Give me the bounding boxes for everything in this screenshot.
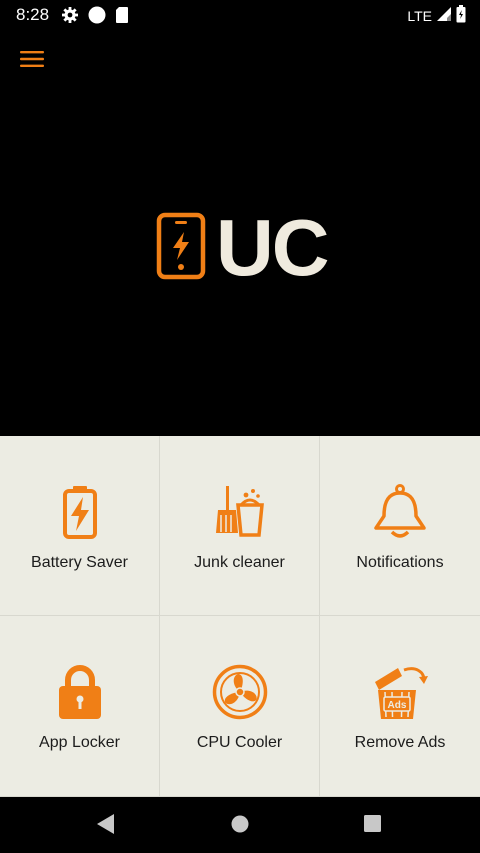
- battery-icon: [50, 482, 110, 542]
- remove-ads-icon: Ads: [370, 662, 430, 722]
- cpu-cooler-label: CPU Cooler: [196, 734, 283, 751]
- circle-icon: [87, 5, 107, 30]
- remove-ads-tile[interactable]: Ads Remove Ads: [320, 616, 480, 797]
- notifications-tile[interactable]: Notifications: [320, 436, 480, 616]
- notifications-label: Notifications: [356, 554, 444, 571]
- battery-icon: [456, 5, 466, 26]
- back-triangle-icon: [97, 814, 114, 834]
- home-circle-icon: [231, 815, 249, 833]
- recents-button[interactable]: [361, 811, 385, 842]
- app-locker-label: App Locker: [39, 734, 120, 751]
- gear-icon: [61, 6, 79, 29]
- junk-cleaner-tile[interactable]: Junk cleaner: [160, 436, 320, 616]
- signal-icon: [436, 6, 452, 25]
- feature-grid: Battery Saver Junk cleaner Notifications…: [0, 436, 480, 797]
- battery-saver-tile[interactable]: Battery Saver: [0, 436, 160, 616]
- status-time: 8:28: [16, 5, 50, 24]
- status-icons-left: [61, 5, 129, 30]
- bell-icon: [370, 482, 430, 542]
- back-button[interactable]: [94, 811, 118, 842]
- sd-card-icon: [115, 6, 129, 29]
- hero-banner: UC: [0, 28, 480, 436]
- cpu-cooler-tile[interactable]: CPU Cooler: [160, 616, 320, 797]
- remove-ads-label: Remove Ads: [354, 734, 446, 751]
- network-type: LTE: [407, 7, 432, 24]
- app-logo: UC: [156, 203, 330, 292]
- fan-icon: [210, 662, 270, 722]
- broom-bucket-icon: [210, 482, 270, 542]
- ads-badge-text: Ads: [388, 700, 407, 711]
- navigation-bar: [0, 797, 480, 853]
- logo-text: UC: [216, 203, 330, 292]
- recents-square-icon: [364, 815, 381, 832]
- app-locker-tile[interactable]: App Locker: [0, 616, 160, 797]
- status-icons-right: LTE: [407, 5, 466, 26]
- lock-icon: [50, 662, 110, 722]
- battery-saver-label: Battery Saver: [31, 554, 128, 571]
- home-button[interactable]: [228, 811, 252, 842]
- status-bar: 8:28 LTE: [0, 0, 480, 28]
- phone-charging-icon: [156, 212, 206, 285]
- junk-cleaner-label: Junk cleaner: [194, 554, 285, 571]
